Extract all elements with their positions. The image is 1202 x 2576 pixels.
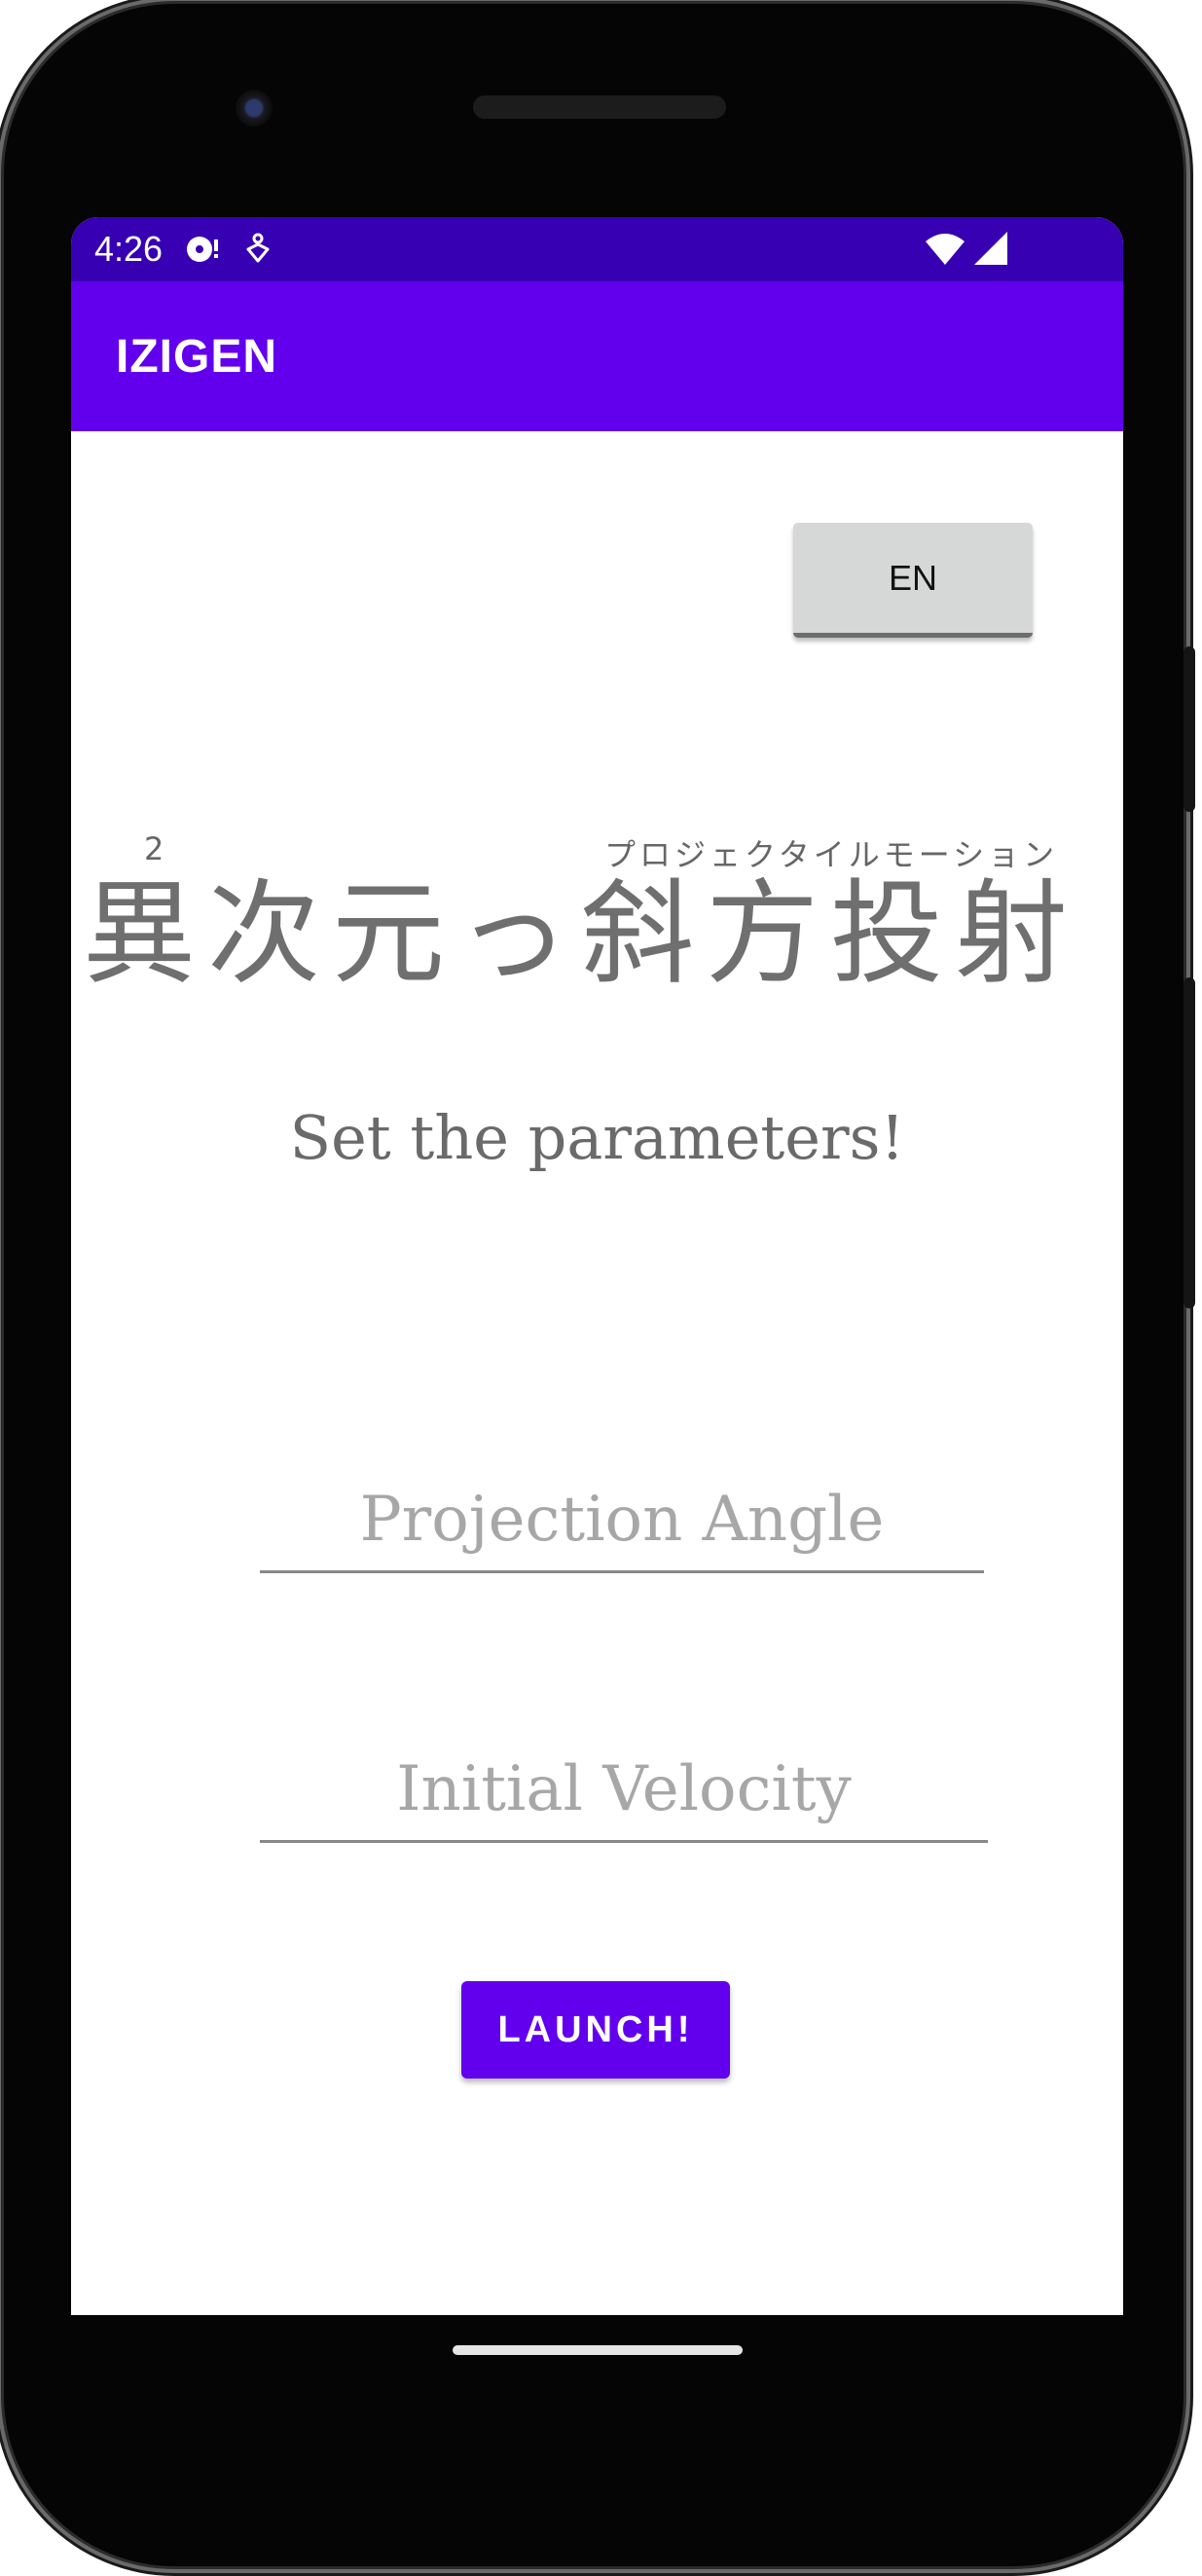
title-furigana-left: 2 bbox=[144, 830, 164, 867]
phone-frame: 4:26 IZIGEN EN 2 プロジェクタイルモーション 異次元っ斜方投射 … bbox=[4, 4, 1195, 2566]
instructions-text: Set the parameters! bbox=[289, 1102, 905, 1173]
app-bar: IZIGEN bbox=[71, 281, 1123, 431]
accessibility-icon bbox=[246, 233, 270, 263]
cellular-signal-icon bbox=[974, 232, 1007, 265]
wifi-icon bbox=[926, 234, 965, 265]
status-time: 4:26 bbox=[94, 229, 164, 269]
initial-velocity-field bbox=[260, 1739, 988, 1843]
status-bar: 4:26 bbox=[71, 217, 1123, 281]
media-notification-icon bbox=[187, 237, 218, 262]
app-screen: 4:26 IZIGEN EN 2 プロジェクタイルモーション 異次元っ斜方投射 … bbox=[71, 217, 1123, 2315]
initial-velocity-input[interactable] bbox=[260, 1739, 988, 1840]
volume-button bbox=[1184, 977, 1195, 1308]
page-title: 異次元っ斜方投射 bbox=[83, 868, 1079, 1000]
app-title: IZIGEN bbox=[116, 331, 278, 383]
front-camera bbox=[236, 90, 273, 127]
power-button bbox=[1184, 646, 1195, 812]
earpiece-speaker bbox=[473, 95, 726, 119]
launch-button[interactable]: LAUNCH! bbox=[461, 1981, 730, 2079]
home-indicator[interactable] bbox=[453, 2345, 743, 2355]
language-toggle-button[interactable]: EN bbox=[793, 523, 1033, 638]
projection-angle-input[interactable] bbox=[260, 1469, 984, 1570]
projection-angle-field bbox=[260, 1469, 984, 1573]
